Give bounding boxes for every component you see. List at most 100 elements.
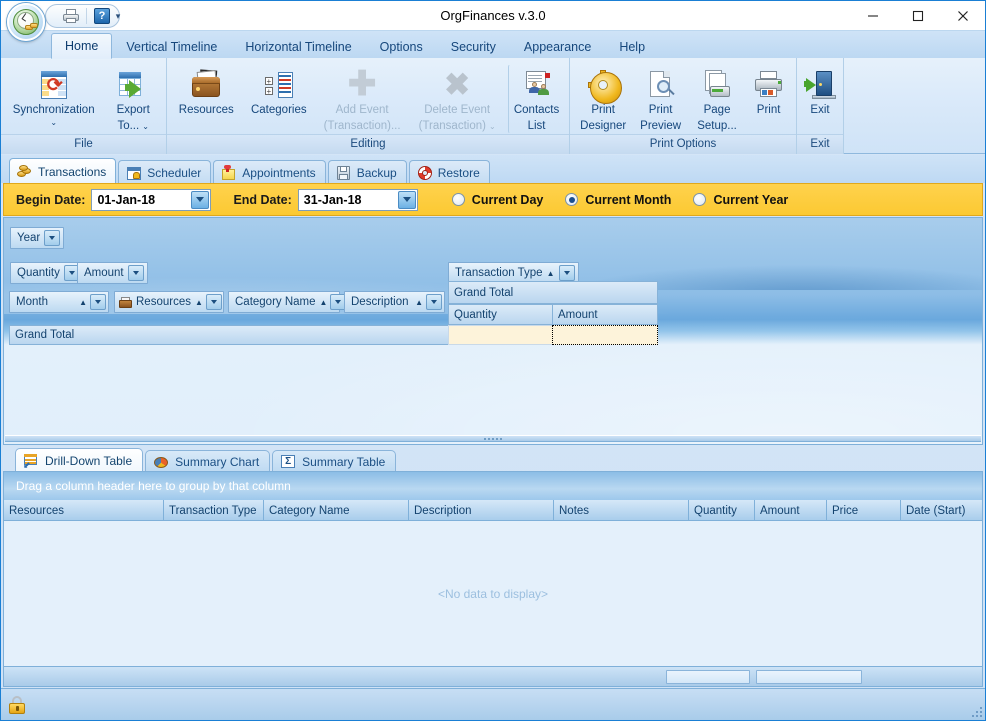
grid-column-notes[interactable]: Notes <box>554 500 689 521</box>
print-icon[interactable] <box>60 6 82 26</box>
pivot-cell-grand-total-quantity[interactable] <box>448 325 553 345</box>
print-preview-button[interactable]: Print Preview <box>632 64 688 134</box>
app-menu-orb-button[interactable] <box>7 3 45 41</box>
exit-button[interactable]: Exit <box>797 64 843 130</box>
resize-grip[interactable] <box>970 705 982 717</box>
date-filter-bar: Begin Date: 01-Jan-18 End Date: 31-Jan-1… <box>3 183 983 216</box>
pivot-grand-total-row-header[interactable]: Grand Total <box>9 325 449 345</box>
chevron-down-icon[interactable] <box>558 265 575 281</box>
maximize-icon[interactable] <box>895 1 940 31</box>
chevron-down-icon[interactable] <box>205 294 222 310</box>
pivot-grid[interactable]: Year Quantity Amount Transaction Type ▲ … <box>3 217 983 445</box>
pivot-measure-header-amount[interactable]: Amount <box>552 304 658 325</box>
view-tab-label: Summary Table <box>302 454 386 469</box>
synchronization-icon: ⟳ <box>38 69 70 101</box>
pivot-field-label: Month <box>16 296 48 308</box>
radio-current-month[interactable]: Current Month <box>565 193 671 207</box>
view-tab-drill-down-table[interactable]: ⬋ Drill-Down Table <box>15 448 144 472</box>
delete-event-label2: (Transaction) <box>418 120 486 133</box>
lock-icon[interactable] <box>9 696 25 714</box>
module-tab-appointments[interactable]: Appointments <box>213 160 326 184</box>
pivot-row-field-month[interactable]: Month ▲ <box>9 291 109 313</box>
chevron-down-icon[interactable] <box>127 265 144 281</box>
orb-clock-coins-icon <box>13 9 39 35</box>
end-date-calendar-dropdown-icon[interactable] <box>397 190 416 209</box>
ribbon-filler <box>844 58 985 153</box>
sort-ascending-icon: ▲ <box>194 297 203 307</box>
grid-column-transaction-type[interactable]: Transaction Type <box>164 500 264 521</box>
grid-footer-panel-1 <box>666 669 750 684</box>
page-setup-button[interactable]: Page Setup... <box>689 64 745 134</box>
view-tab-strip: ⬋ Drill-Down Table Summary Chart Σ Summa… <box>3 448 983 472</box>
view-tab-summary-table[interactable]: Σ Summary Table <box>272 450 397 472</box>
ribbon-tab-appearance[interactable]: Appearance <box>510 33 605 59</box>
chevron-down-icon[interactable] <box>44 230 61 246</box>
print-designer-label2: Designer <box>580 120 627 133</box>
ribbon-group-label-print-options: Print Options <box>570 134 796 155</box>
grid-column-price[interactable]: Price <box>827 500 901 521</box>
radio-current-day[interactable]: Current Day <box>451 193 543 207</box>
resources-button[interactable]: Resources <box>171 64 242 130</box>
chevron-down-icon[interactable]: ▾ <box>111 9 125 23</box>
begin-date-calendar-dropdown-icon[interactable] <box>191 190 210 209</box>
begin-date-label: Begin Date: <box>16 192 86 207</box>
grid-column-description[interactable]: Description <box>409 500 554 521</box>
pivot-filter-field-year[interactable]: Year <box>10 227 65 249</box>
grid-column-quantity[interactable]: Quantity <box>689 500 755 521</box>
contacts-list-button[interactable]: Contacts List <box>508 64 565 135</box>
pivot-data-field-amount[interactable]: Amount <box>77 262 148 284</box>
print-button[interactable]: Print <box>745 64 792 130</box>
module-tab-transactions[interactable]: Transactions <box>9 158 117 184</box>
qat-separator <box>86 8 87 24</box>
ribbon-tab-options[interactable]: Options <box>366 33 437 59</box>
chevron-down-icon[interactable]: ⌄ <box>142 122 149 130</box>
pivot-row-field-category-name[interactable]: Category Name ▲ <box>228 291 347 313</box>
pivot-field-label: Amount <box>84 267 124 279</box>
categories-icon: + + <box>263 69 295 101</box>
radio-label: Current Month <box>585 192 672 207</box>
add-event-label: Add Event <box>335 104 389 116</box>
grid-column-category-name[interactable]: Category Name <box>264 500 409 521</box>
pivot-grand-total-column-header[interactable]: Grand Total <box>448 281 658 304</box>
add-event-label2: (Transaction)... <box>323 120 401 133</box>
drill-down-data-grid[interactable]: Drag a column header here to group by th… <box>3 471 983 687</box>
ribbon-tab-help[interactable]: Help <box>605 33 659 59</box>
grid-column-amount[interactable]: Amount <box>755 500 827 521</box>
ribbon-tab-horizontal-timeline[interactable]: Horizontal Timeline <box>231 33 365 59</box>
module-tab-backup[interactable]: Backup <box>327 160 407 184</box>
synchronization-button[interactable]: ⟳ Synchronization ⌄ <box>5 64 102 130</box>
begin-date-input[interactable]: 01-Jan-18 <box>91 188 212 211</box>
ribbon-group-label-exit: Exit <box>797 134 843 154</box>
module-tab-restore[interactable]: Restore <box>408 160 490 184</box>
ribbon-tab-home[interactable]: Home <box>51 33 113 59</box>
summary-chart-pie-icon <box>153 454 169 470</box>
view-tab-summary-chart[interactable]: Summary Chart <box>145 450 271 472</box>
export-to-button[interactable]: Export To... ⌄ <box>104 64 162 134</box>
grid-column-date-start[interactable]: Date (Start) <box>901 500 982 521</box>
pivot-data-field-quantity[interactable]: Quantity <box>10 262 84 284</box>
delete-event-button: ✖ Delete Event (Transaction) ⌄ <box>408 64 506 134</box>
chevron-down-icon[interactable]: ⌄ <box>50 119 57 127</box>
pivot-measure-header-quantity[interactable]: Quantity <box>448 304 553 325</box>
group-by-drop-area[interactable]: Drag a column header here to group by th… <box>4 472 982 500</box>
pivot-splitter-handle[interactable] <box>5 435 981 442</box>
exit-door-icon <box>804 69 836 101</box>
print-designer-button[interactable]: Print Designer <box>574 64 632 134</box>
close-icon[interactable] <box>940 1 985 31</box>
ribbon-tab-security[interactable]: Security <box>437 33 510 59</box>
pivot-row-field-description[interactable]: Description ▲ <box>344 291 445 313</box>
module-tab-scheduler[interactable]: Scheduler <box>118 160 212 184</box>
end-date-input[interactable]: 31-Jan-18 <box>297 188 418 211</box>
radio-current-year[interactable]: Current Year <box>693 193 788 207</box>
minimize-icon[interactable] <box>850 1 895 31</box>
chevron-down-icon[interactable] <box>90 294 106 310</box>
ribbon-group-exit: Exit Exit <box>797 58 844 154</box>
grid-column-resources[interactable]: Resources <box>4 500 164 521</box>
chevron-down-icon[interactable] <box>426 294 442 310</box>
ribbon-tab-vertical-timeline[interactable]: Vertical Timeline <box>112 33 231 59</box>
pivot-cell-grand-total-amount[interactable] <box>552 325 658 345</box>
pivot-row-field-resources[interactable]: Resources ▲ <box>114 291 224 313</box>
begin-date-value: 01-Jan-18 <box>97 192 156 207</box>
help-icon[interactable]: ? <box>91 6 113 26</box>
categories-button[interactable]: + + Categories <box>242 64 316 130</box>
